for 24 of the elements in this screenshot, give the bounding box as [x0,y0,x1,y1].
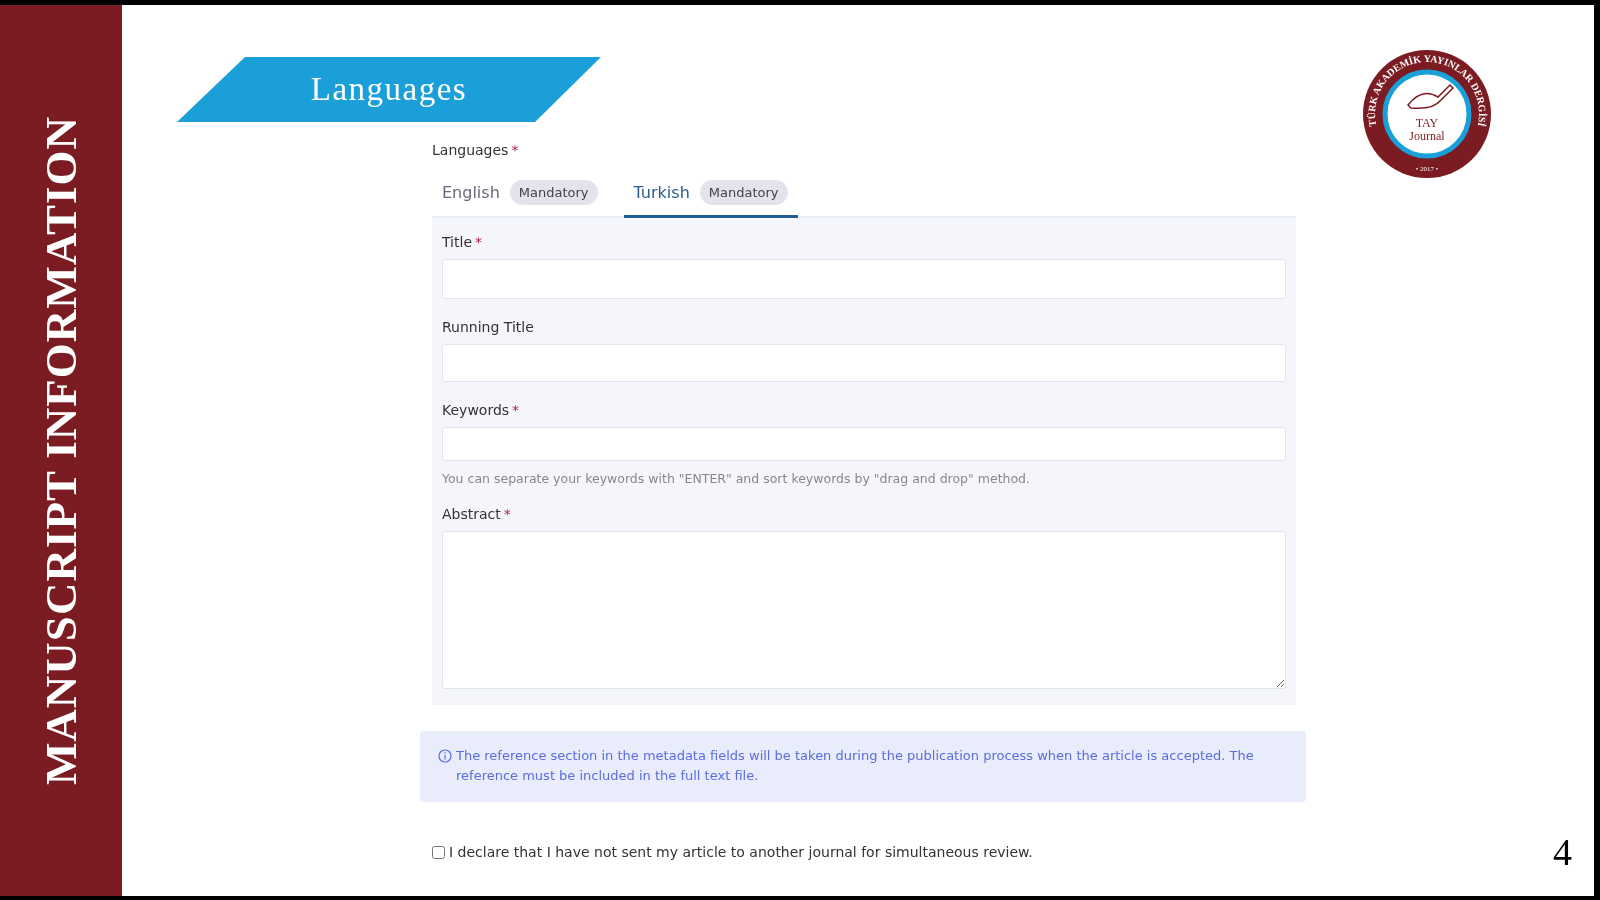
section-banner: Languages [177,57,601,122]
field-label: Running Title [442,319,535,335]
required-mark: * [503,506,511,522]
info-icon [438,749,452,763]
required-mark: * [511,142,519,158]
field-label: Keywords * [442,402,521,418]
text-input[interactable] [442,259,1286,299]
required-mark: * [512,402,520,418]
page-number: 4 [1553,830,1572,874]
declaration-text: I declare that I have not sent my article to another journal for simultaneous review. [449,844,1033,860]
field-label: Abstract * [442,506,512,522]
mandatory-badge: Mandatory [699,180,788,205]
field-label: Languages * [432,142,520,158]
field-label: Title * [442,234,483,250]
notice-text: The reference section in the metadata fields will be taken during the publication process when the article is accepted. The reference must be included in the full text file. [456,747,1255,785]
text-input[interactable] [442,344,1286,382]
field-hint: You can separate your keywords with "ENTER" and sort keywords by "drag and drop" method. [442,471,1031,486]
mandatory-badge: Mandatory [509,180,598,205]
declaration-checkbox[interactable] [432,845,445,859]
text-input[interactable] [442,427,1286,461]
sidebar-title: MANUSCRIPT INFORMATION [35,115,87,786]
abstract-textarea[interactable] [442,531,1286,689]
language-tab[interactable]: English Mandatory [432,176,608,218]
required-mark: * [475,234,482,250]
